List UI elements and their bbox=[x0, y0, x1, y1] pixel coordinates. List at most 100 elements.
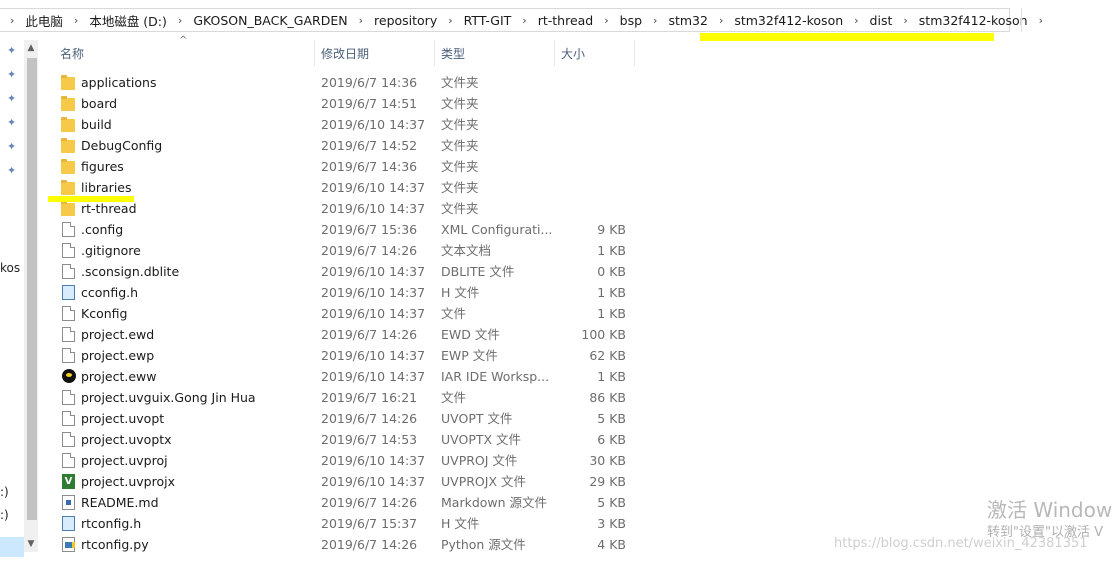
file-type: UVOPTX 文件 bbox=[441, 432, 522, 447]
chevron-right-icon[interactable]: › bbox=[604, 14, 608, 27]
column-divider[interactable] bbox=[314, 40, 315, 66]
file-row[interactable]: project.uvoptx 2019/6/7 14:53 UVOPTX 文件 6 K… bbox=[56, 430, 636, 451]
nav-item-selected[interactable] bbox=[0, 537, 24, 557]
chevron-right-icon[interactable]: › bbox=[10, 14, 14, 27]
file-name: applications bbox=[81, 75, 157, 90]
file-date: 2019/6/7 16:21 bbox=[321, 390, 418, 405]
file-name: .gitignore bbox=[81, 243, 141, 258]
nav-item-label[interactable]: :) bbox=[0, 508, 9, 522]
highlight-mark-libraries bbox=[48, 196, 134, 202]
file-row[interactable]: project.uvopt 2019/6/7 14:26 UVOPT 文件 5 KB bbox=[56, 409, 636, 430]
file-row[interactable]: project.eww 2019/6/10 14:37 IAR IDE Worksp… bbox=[56, 367, 636, 388]
folder-icon bbox=[61, 159, 75, 174]
file-row[interactable]: cconfig.h 2019/6/10 14:37 H 文件 1 KB bbox=[56, 283, 636, 304]
breadcrumb-item[interactable]: stm32f412-koson bbox=[919, 13, 1028, 28]
column-divider[interactable] bbox=[554, 40, 555, 66]
pin-icon[interactable]: ✦ bbox=[7, 45, 17, 57]
breadcrumb-item[interactable]: GKOSON_BACK_GARDEN bbox=[193, 13, 347, 28]
file-row[interactable]: rtconfig.h 2019/6/7 15:37 H 文件 3 KB bbox=[56, 514, 636, 535]
file-row[interactable]: Kconfig 2019/6/10 14:37 文件 1 KB bbox=[56, 304, 636, 325]
scroll-up-arrow-icon[interactable]: ▲ bbox=[25, 42, 37, 54]
file-type: UVOPT 文件 bbox=[441, 411, 513, 426]
file-row[interactable]: figures 2019/6/7 14:36 文件夹 bbox=[56, 157, 636, 178]
file-row[interactable]: .gitignore 2019/6/7 14:26 文本文档 1 KB bbox=[56, 241, 636, 262]
file-date: 2019/6/7 14:36 bbox=[321, 75, 418, 90]
breadcrumb-item[interactable]: 本地磁盘 (D:) bbox=[89, 11, 167, 30]
file-row[interactable]: rt-thread 2019/6/10 14:37 文件夹 bbox=[56, 199, 636, 220]
pin-icon[interactable]: ✦ bbox=[7, 165, 17, 177]
breadcrumb-item[interactable]: dist bbox=[870, 13, 893, 28]
scrollbar-thumb[interactable] bbox=[27, 58, 37, 520]
file-date: 2019/6/7 14:52 bbox=[321, 138, 418, 153]
file-row[interactable]: libraries 2019/6/10 14:37 文件夹 bbox=[56, 178, 636, 199]
chevron-right-icon[interactable]: › bbox=[719, 14, 723, 27]
column-divider[interactable] bbox=[634, 40, 635, 66]
file-size: 1 KB bbox=[597, 369, 626, 384]
column-divider[interactable] bbox=[434, 40, 435, 66]
file-name: build bbox=[81, 117, 112, 132]
breadcrumb-item[interactable]: stm32f412-koson bbox=[734, 13, 843, 28]
file-row[interactable]: DebugConfig 2019/6/7 14:52 文件夹 bbox=[56, 136, 636, 157]
file-row[interactable]: board 2019/6/7 14:51 文件夹 bbox=[56, 94, 636, 115]
address-bar[interactable]: › 此电脑 › 本地磁盘 (D:) › GKOSON_BACK_GARDEN › reposi… bbox=[0, 8, 1043, 32]
breadcrumb-item[interactable]: stm32 bbox=[668, 13, 708, 28]
highlight-mark-address bbox=[700, 33, 994, 41]
breadcrumb: › 此电脑 › 本地磁盘 (D:) › GKOSON_BACK_GARDEN › reposi… bbox=[10, 11, 1054, 30]
file-name: project.eww bbox=[81, 369, 157, 384]
file-row[interactable]: applications 2019/6/7 14:36 文件夹 bbox=[56, 73, 636, 94]
column-header-name[interactable]: 名称 bbox=[60, 40, 310, 66]
breadcrumb-item[interactable]: bsp bbox=[620, 13, 642, 28]
folder-icon bbox=[61, 180, 75, 195]
file-row[interactable]: .config 2019/6/7 15:36 XML Configurati... 9… bbox=[56, 220, 636, 241]
chevron-right-icon[interactable]: › bbox=[522, 14, 526, 27]
file-row[interactable]: project.ewd 2019/6/7 14:26 EWD 文件 100 KB bbox=[56, 325, 636, 346]
file-type: 文件夹 bbox=[441, 201, 479, 216]
file-date: 2019/6/10 14:37 bbox=[321, 348, 426, 363]
pin-icon[interactable]: ✦ bbox=[7, 69, 17, 81]
file-row[interactable]: project.ewp 2019/6/10 14:37 EWP 文件 62 KB bbox=[56, 346, 636, 367]
file-type: 文件夹 bbox=[441, 117, 479, 132]
file-row[interactable]: .sconsign.dblite 2019/6/10 14:37 DBLITE 文件… bbox=[56, 262, 636, 283]
chevron-right-icon[interactable]: › bbox=[359, 14, 363, 27]
column-header-date[interactable]: 修改日期 bbox=[321, 40, 431, 66]
file-icon bbox=[62, 264, 75, 279]
chevron-right-icon[interactable]: › bbox=[448, 14, 452, 27]
pin-icon[interactable]: ✦ bbox=[7, 141, 17, 153]
column-header-size[interactable]: 大小 bbox=[561, 40, 631, 66]
breadcrumb-item[interactable]: RTT-GIT bbox=[464, 13, 512, 28]
chevron-right-icon[interactable]: › bbox=[178, 14, 182, 27]
file-row[interactable]: Vproject.uvprojx 2019/6/10 14:37 UVPROJX 文… bbox=[56, 472, 636, 493]
column-header-type[interactable]: 类型 bbox=[441, 40, 551, 66]
file-row[interactable]: project.uvproj 2019/6/10 14:37 UVPROJ 文件 30… bbox=[56, 451, 636, 472]
file-row[interactable]: project.uvguix.Gong Jin Hua 2019/6/7 16:2… bbox=[56, 388, 636, 409]
chevron-right-icon[interactable]: › bbox=[903, 14, 907, 27]
column-header-label: 名称 bbox=[60, 46, 85, 61]
file-row[interactable]: README.md 2019/6/7 14:26 Markdown 源文件 5 KB bbox=[56, 493, 636, 514]
file-icon bbox=[62, 390, 75, 405]
chevron-right-icon[interactable]: › bbox=[1039, 14, 1043, 27]
markdown-file-icon bbox=[62, 495, 75, 510]
file-date: 2019/6/7 14:36 bbox=[321, 159, 418, 174]
file-size: 1 KB bbox=[597, 243, 626, 258]
scroll-down-arrow-icon[interactable]: ▼ bbox=[25, 538, 37, 550]
chevron-right-icon[interactable]: › bbox=[74, 14, 78, 27]
nav-item-label[interactable]: :) bbox=[0, 485, 9, 499]
breadcrumb-item[interactable]: rt-thread bbox=[538, 13, 594, 28]
breadcrumb-item[interactable]: repository bbox=[374, 13, 437, 28]
file-type: EWP 文件 bbox=[441, 348, 498, 363]
keil-project-icon: V bbox=[62, 474, 75, 489]
pin-icon[interactable]: ✦ bbox=[7, 93, 17, 105]
file-name: README.md bbox=[81, 495, 159, 510]
file-row[interactable]: build 2019/6/10 14:37 文件夹 bbox=[56, 115, 636, 136]
file-row[interactable]: rtconfig.py 2019/6/7 14:26 Python 源文件 4 KB bbox=[56, 535, 636, 556]
nav-item-label[interactable]: kos bbox=[0, 261, 20, 275]
chevron-right-icon[interactable]: › bbox=[653, 14, 657, 27]
file-date: 2019/6/10 14:37 bbox=[321, 474, 426, 489]
file-date: 2019/6/10 14:37 bbox=[321, 453, 426, 468]
breadcrumb-item[interactable]: 此电脑 bbox=[25, 11, 63, 30]
pin-icon[interactable]: ✦ bbox=[7, 117, 17, 129]
file-date: 2019/6/10 14:37 bbox=[321, 306, 426, 321]
file-name: cconfig.h bbox=[81, 285, 139, 300]
chevron-right-icon[interactable]: › bbox=[854, 14, 858, 27]
h-file-icon bbox=[62, 516, 75, 531]
